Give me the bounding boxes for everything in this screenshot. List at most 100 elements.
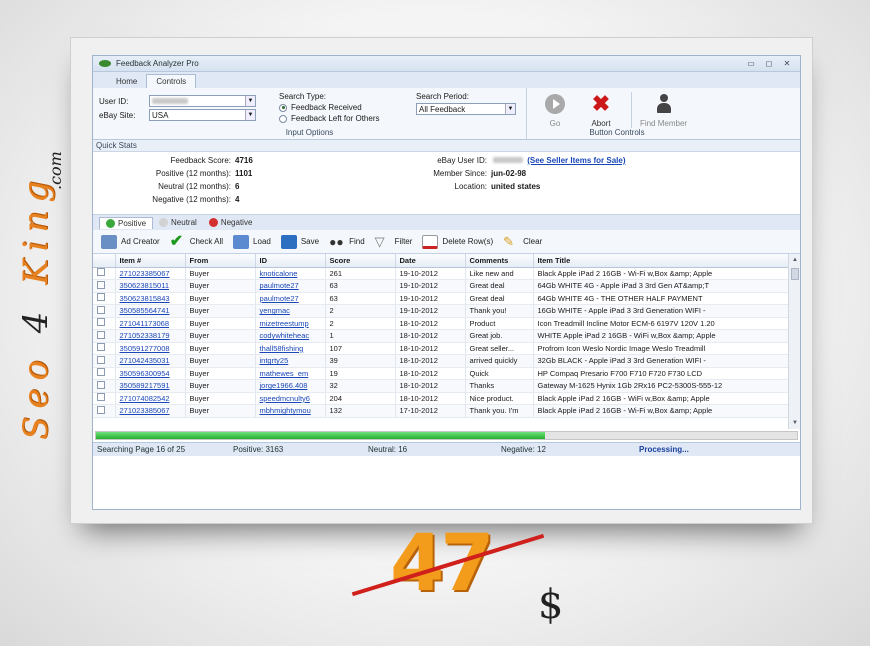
cell-id[interactable]: knoticalone [255, 267, 326, 280]
save-button[interactable]: Save [280, 234, 319, 249]
tab-neutral[interactable]: Neutral [153, 217, 203, 228]
cell-item-number[interactable]: 271074082542 [115, 392, 186, 405]
radio-unchecked-icon [279, 114, 287, 123]
find-button[interactable]: ●● Find [329, 235, 365, 249]
cell-id[interactable]: mbhmightymou [255, 404, 326, 418]
status-processing: Processing... [639, 445, 689, 454]
col-id[interactable]: ID [255, 254, 326, 268]
cell-date: 18-10-2012 [395, 367, 466, 380]
minimize-button[interactable]: ▭ [744, 59, 758, 68]
row-checkbox[interactable] [97, 268, 105, 277]
cell-item-number[interactable]: 350596300954 [115, 367, 186, 380]
cell-id[interactable]: jorge1966.408 [255, 379, 326, 393]
scroll-down-icon[interactable]: ▼ [789, 417, 800, 429]
row-checkbox[interactable] [97, 393, 105, 402]
table-row[interactable]: 271041173068 Buyer mizetreestump 2 18-10-201… [93, 317, 790, 330]
row-checkbox[interactable] [97, 293, 105, 302]
table-row[interactable]: 271042435031 Buyer intgrty25 39 18-10-2012 ar… [93, 354, 790, 368]
table-row[interactable]: 271023385067 Buyer mbhmightymou 132 17-10-20… [93, 404, 790, 418]
col-from[interactable]: From [185, 254, 256, 268]
delete-rows-button[interactable]: Delete Row(s) [422, 234, 493, 249]
clear-button[interactable]: ✎ Clear [503, 234, 542, 249]
cell-item-number[interactable]: 350623815843 [115, 292, 186, 305]
scroll-thumb[interactable] [791, 268, 799, 280]
tab-home[interactable]: Home [107, 75, 146, 88]
col-comments[interactable]: Comments [465, 254, 534, 268]
vertical-scrollbar[interactable]: ▲ ▼ [788, 254, 800, 429]
table-row[interactable]: 271023385067 Buyer knoticalone 261 19-10-201… [93, 267, 790, 280]
row-checkbox[interactable] [97, 330, 105, 339]
cell-item-number[interactable]: 350591277008 [115, 342, 186, 355]
table-row[interactable]: 350596300954 Buyer mathewes_em 19 18-10-2012… [93, 367, 790, 380]
col-score[interactable]: Score [325, 254, 396, 268]
maximize-button[interactable]: ◻ [762, 59, 776, 68]
cell-comments: Like new and [465, 267, 534, 280]
table-row[interactable]: 350585564741 Buyer yengmac 2 19-10-2012 Thank… [93, 304, 790, 318]
cell-item-number[interactable]: 350589217591 [115, 379, 186, 393]
load-button[interactable]: Load [233, 234, 271, 249]
row-checkbox-cell [93, 267, 116, 280]
tab-positive[interactable]: Positive [99, 216, 154, 229]
row-checkbox[interactable] [97, 380, 105, 389]
col-item-title[interactable]: Item Title [533, 254, 790, 268]
seller-items-link[interactable]: (See Seller Items for Sale) [527, 156, 625, 165]
search-period-combo[interactable]: All Feedback ▼ [416, 103, 516, 115]
play-icon [545, 94, 565, 114]
input-options-label: Input Options [285, 128, 334, 137]
cell-item-number[interactable]: 271023385067 [115, 267, 186, 280]
table-row[interactable]: 350589217591 Buyer jorge1966.408 32 18-10-20… [93, 379, 790, 393]
col-item[interactable]: Item # [115, 254, 186, 268]
negative-count: 4 [235, 195, 240, 204]
cell-id[interactable]: paulmote27 [255, 292, 326, 305]
filter-button[interactable]: ▽ Filter [375, 234, 413, 249]
close-button[interactable]: ✕ [780, 59, 794, 68]
cell-id[interactable]: intgrty25 [255, 354, 326, 368]
find-member-button[interactable]: Find Member [631, 92, 695, 128]
cell-item-number[interactable]: 271042435031 [115, 354, 186, 368]
check-all-button[interactable]: ✔ Check All [170, 233, 223, 249]
go-button[interactable]: Go [533, 92, 577, 128]
radio-feedback-left[interactable]: Feedback Left for Others [279, 113, 380, 124]
feedback-score: 4716 [235, 156, 253, 165]
tab-controls[interactable]: Controls [146, 74, 197, 88]
table-row[interactable]: 271074082542 Buyer speedmcnulty6 204 18-10-2… [93, 392, 790, 405]
abort-button[interactable]: ✖ Abort [579, 92, 623, 129]
cell-id[interactable]: codywhiteheac [255, 329, 326, 343]
row-checkbox[interactable] [97, 280, 105, 289]
col-date[interactable]: Date [395, 254, 466, 268]
cell-id[interactable]: mizetreestump [255, 317, 326, 330]
cell-item-number[interactable]: 271041173068 [115, 317, 186, 330]
cell-item-number[interactable]: 271052338179 [115, 329, 186, 343]
ebay-site-combo[interactable]: USA ▼ [149, 109, 256, 121]
row-checkbox[interactable] [97, 318, 105, 327]
table-row[interactable]: 271052338179 Buyer codywhiteheac 1 18-10-201… [93, 329, 790, 343]
cell-id[interactable]: paulmote27 [255, 279, 326, 293]
tab-negative[interactable]: Negative [203, 217, 259, 228]
cell-from: Buyer [185, 404, 256, 418]
cell-item-title: Profrom Icon Weslo Nordic Image Weslo Tr… [533, 342, 790, 355]
table-row[interactable]: 350591277008 Buyer thall58fishing 107 18-10-… [93, 342, 790, 355]
cell-score: 261 [325, 267, 396, 280]
cell-score: 19 [325, 367, 396, 380]
scroll-up-icon[interactable]: ▲ [789, 254, 800, 266]
row-checkbox[interactable] [97, 343, 105, 352]
cell-item-number[interactable]: 350585564741 [115, 304, 186, 318]
table-row[interactable]: 350623815011 Buyer paulmote27 63 19-10-2012 G… [93, 279, 790, 293]
row-checkbox[interactable] [97, 405, 105, 414]
cell-item-number[interactable]: 271023385067 [115, 404, 186, 418]
cell-id[interactable]: yengmac [255, 304, 326, 318]
table-row[interactable]: 350623815843 Buyer paulmote27 63 19-10-2012 G… [93, 292, 790, 305]
cell-id[interactable]: mathewes_em [255, 367, 326, 380]
radio-feedback-received[interactable]: Feedback Received [279, 102, 380, 113]
progress-fill [96, 432, 545, 439]
row-checkbox[interactable] [97, 305, 105, 314]
cell-id[interactable]: speedmcnulty6 [255, 392, 326, 405]
ad-creator-button[interactable]: Ad Creator [101, 234, 160, 249]
table-header: Item # From ID Score Date Comments Item … [93, 254, 790, 268]
cell-item-number[interactable]: 350623815011 [115, 279, 186, 293]
row-checkbox[interactable] [97, 368, 105, 377]
cell-score: 2 [325, 304, 396, 318]
user-id-combo[interactable]: ▼ [149, 95, 256, 107]
row-checkbox[interactable] [97, 355, 105, 364]
cell-id[interactable]: thall58fishing [255, 342, 326, 355]
